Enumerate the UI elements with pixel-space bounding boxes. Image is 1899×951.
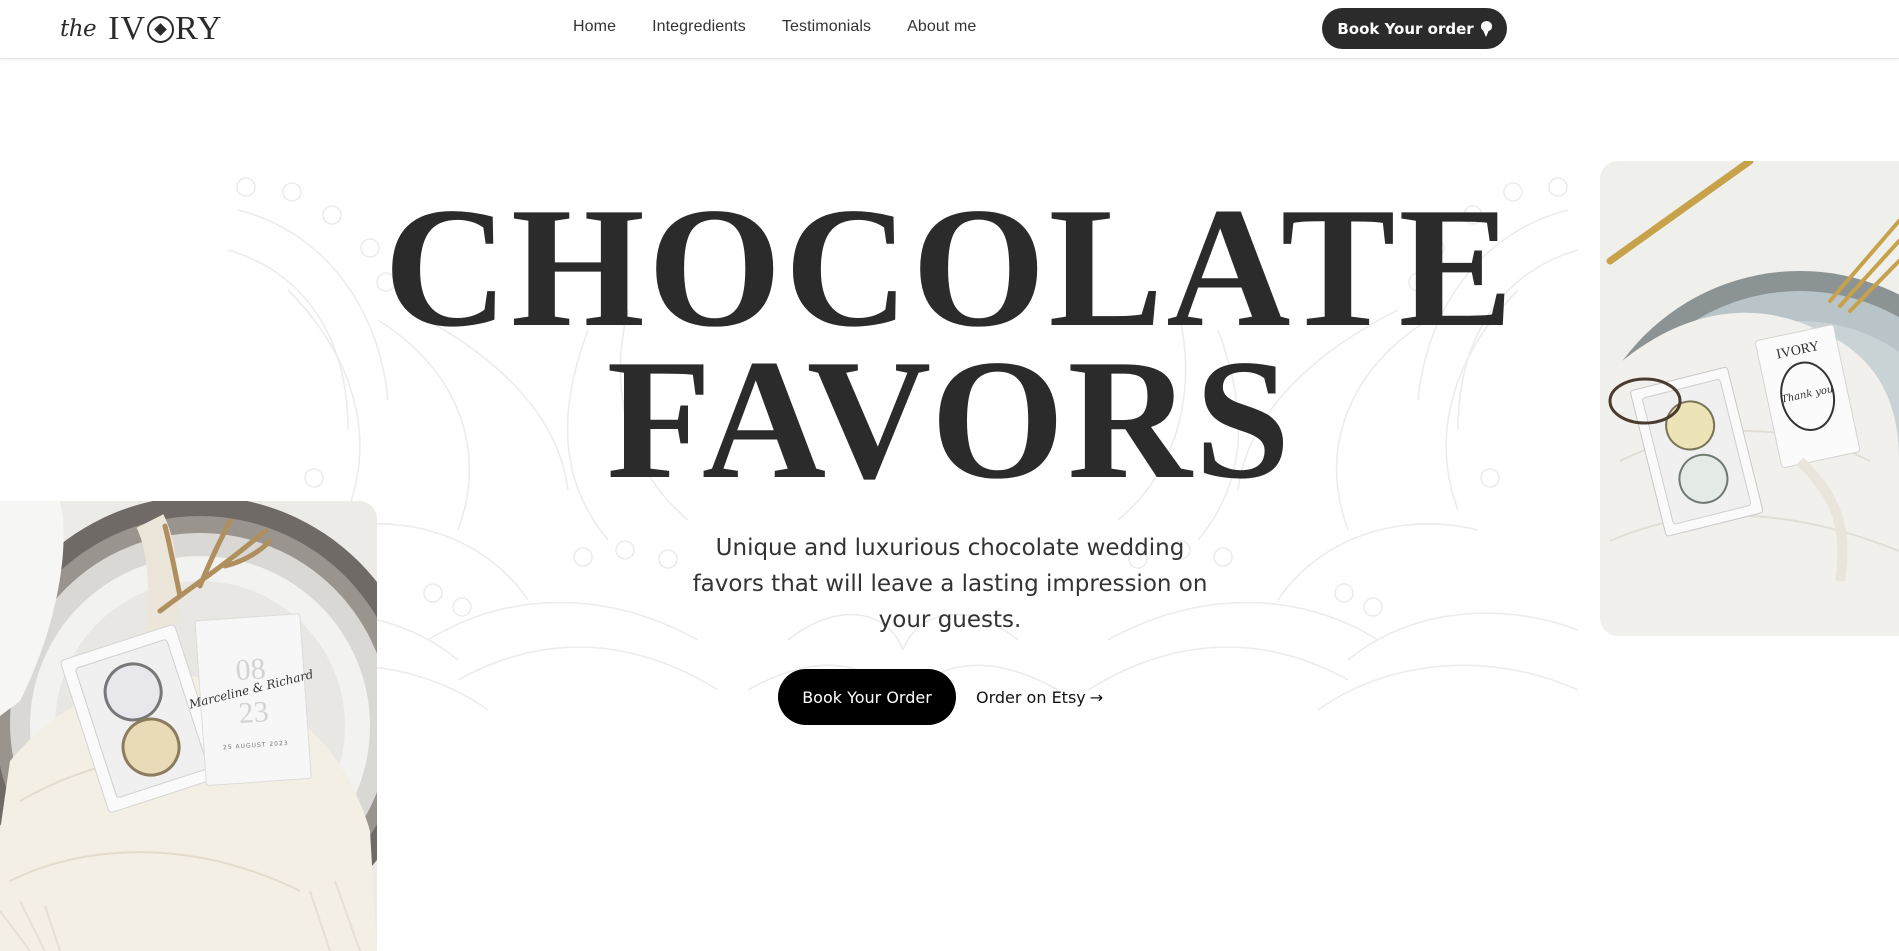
site-header: the IV RY Home Integredients Testimonial… <box>0 0 1899 59</box>
main-nav: Home Integredients Testimonials About me <box>573 18 976 36</box>
nav-home[interactable]: Home <box>573 18 616 36</box>
hero-title-line2: FAVORS <box>606 325 1294 515</box>
hero-title-line1: CHOCOLATE <box>383 173 1517 363</box>
book-order-header-label: Book Your order <box>1337 19 1474 38</box>
logo-word-start: IV <box>108 10 147 47</box>
card-date-bottom: 23 <box>237 695 269 730</box>
hero-title: CHOCOLATE FAVORS <box>300 173 1600 515</box>
logo-word-end: RY <box>175 10 223 47</box>
logo-prefix: the <box>60 16 97 42</box>
book-order-header-button[interactable]: Book Your order <box>1322 8 1507 49</box>
nav-ingredients[interactable]: Integredients <box>652 18 746 36</box>
book-your-order-button[interactable]: Book Your Order <box>778 669 956 725</box>
hero-subtitle: Unique and luxurious chocolate wedding f… <box>692 535 1208 633</box>
chocolate-favor-photo-left: 08 23 Marceline & Richard 25 AUGUST 2023 <box>0 501 377 951</box>
hero-cta-row: Book Your Order Order on Etsy → <box>778 669 1103 725</box>
nav-about-me[interactable]: About me <box>907 18 976 36</box>
order-on-etsy-link[interactable]: Order on Etsy → <box>976 688 1103 707</box>
nav-testimonials[interactable]: Testimonials <box>782 18 871 36</box>
chocolate-favor-photo-right: Thank you IVORY <box>1600 161 1899 636</box>
order-on-etsy-label: Order on Etsy <box>976 687 1086 707</box>
arrow-right-icon: → <box>1089 687 1104 707</box>
logo-emblem-icon <box>147 15 175 43</box>
brand-logo[interactable]: the IV RY <box>60 10 222 48</box>
logo-wordmark: IV RY <box>108 10 222 48</box>
ice-cream-icon <box>1480 20 1492 37</box>
